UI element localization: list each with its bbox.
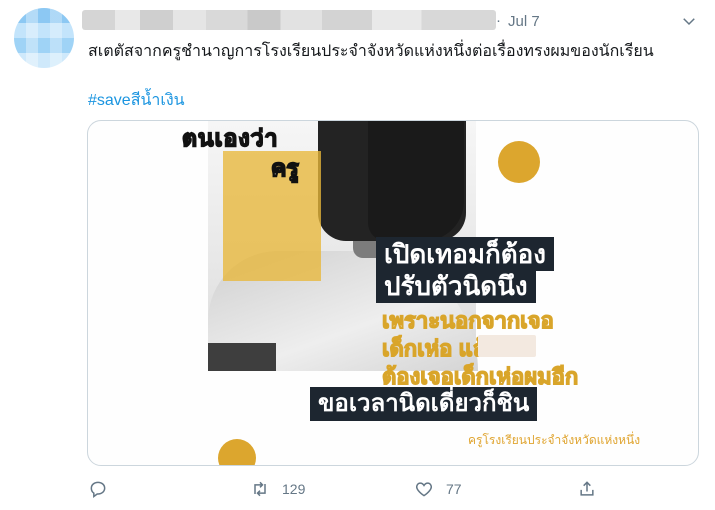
chevron-down-icon[interactable] [680,12,698,30]
separator-dot: · [496,12,501,29]
retweet-button[interactable]: 129 [250,478,305,500]
retweet-count: 129 [282,481,306,497]
share-icon [580,481,594,496]
reply-icon [90,481,106,498]
media-image[interactable]: ตนเองว่า ครู เปิดเทอมก็ต้อง ปรับตัวนิดนึ… [87,120,699,466]
card-heading-line2: ครู [270,154,299,182]
card-heading-line1: ตนเองว่า [181,124,279,152]
decor-circle-bottom [218,439,256,465]
reply-button[interactable] [88,478,108,500]
photo-hair-shadow [368,121,464,241]
share-button[interactable] [577,478,597,500]
avatar[interactable] [14,8,74,68]
card-credit: ครูโรงเรียนประจำจังหวัดแห่งหนึ่ง [468,433,641,447]
heart-icon [415,482,433,497]
card-box-line3: ขอเวลานิดเดี่ยวก็ชิน [310,387,538,421]
tweet-text: สเตตัสจากครูชำนาญการโรงเรียนประจำจังหวัด… [88,43,654,60]
hashtag-link[interactable]: #saveสีน้ำเงิน [88,88,185,113]
card-box-line2: ปรับตัวนิดนึง [376,269,536,303]
like-button[interactable]: 77 [414,478,462,500]
retweet-icon [254,481,266,497]
card-box-line1: เปิดเทอมก็ต้อง [376,237,554,271]
blurred-username[interactable] [82,10,496,30]
tweet-date[interactable]: Jul 7 [508,13,540,30]
like-count: 77 [446,481,462,497]
photo-shirt [208,343,276,371]
decor-circle-top [498,141,540,183]
blurred-word [478,335,536,357]
